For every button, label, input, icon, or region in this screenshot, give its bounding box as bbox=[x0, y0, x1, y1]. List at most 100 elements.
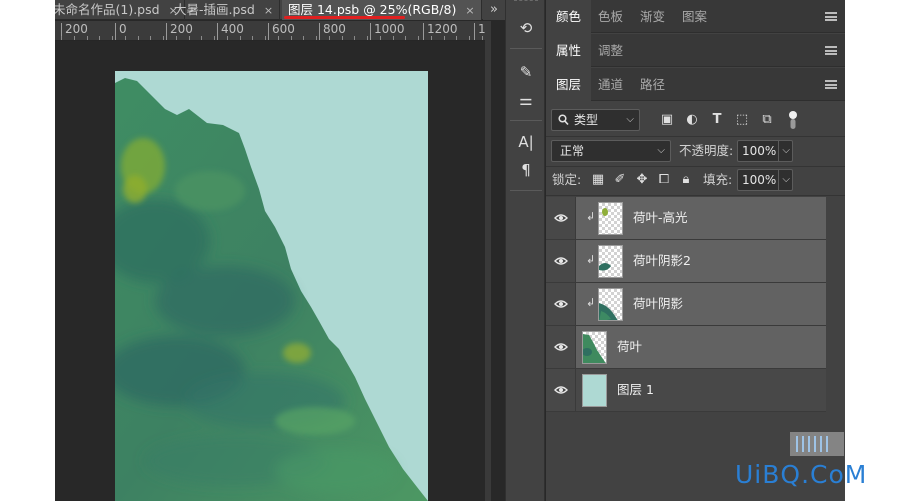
brush-settings-icon[interactable]: ✎ bbox=[512, 60, 540, 84]
layer-name[interactable]: 荷叶阴影2 bbox=[633, 240, 691, 282]
active-tab-underline bbox=[284, 16, 405, 19]
fill-label: 填充: bbox=[703, 172, 733, 187]
tab-layers[interactable]: 图层 bbox=[546, 68, 592, 101]
filter-toggle-icon[interactable] bbox=[783, 109, 803, 131]
horizontal-ruler[interactable]: 200 0 200 400 600 800 1000 1200 1 bbox=[55, 21, 485, 41]
divider bbox=[546, 195, 845, 196]
tab-swatches[interactable]: 色板 bbox=[588, 0, 633, 33]
ruler-tick bbox=[252, 36, 253, 40]
ruler-tick bbox=[265, 36, 266, 40]
chevron-down-icon[interactable]: ⌵ bbox=[778, 170, 790, 190]
layer-row-lotus-highlight[interactable]: ↲ 荷叶-高光 bbox=[546, 197, 826, 240]
ruler-tick bbox=[87, 36, 88, 40]
layer-row-lotus-leaf[interactable]: 荷叶 bbox=[546, 326, 826, 369]
layer-name[interactable]: 荷叶-高光 bbox=[633, 197, 688, 239]
toolbar-grip[interactable] bbox=[514, 0, 538, 3]
opacity-field[interactable]: 100% ⌵ bbox=[737, 140, 793, 162]
tab-overflow-icon[interactable]: » bbox=[483, 0, 505, 20]
adjustment-filter-icon[interactable]: ◐ bbox=[682, 109, 702, 131]
document-tab-bar: 未命名作品(1).psd × 大暑-插画.psd × 图层 14.psb @ 25%… bbox=[55, 0, 505, 20]
layer-name[interactable]: 图层 1 bbox=[617, 369, 654, 411]
ruler-tick bbox=[61, 36, 62, 40]
fill-value: 100% bbox=[742, 173, 777, 187]
panel-menu-icon[interactable] bbox=[825, 46, 837, 55]
shape-filter-icon[interactable]: ⬚ bbox=[732, 109, 752, 131]
paragraph-icon[interactable]: ¶ bbox=[512, 158, 540, 182]
tab-label: 大暑-插画.psd bbox=[174, 2, 255, 17]
tab-label: 图层 14.psb @ 25%(RGB/8) bbox=[288, 2, 457, 17]
ruler-tick bbox=[240, 36, 241, 40]
tab-patterns[interactable]: 图案 bbox=[672, 0, 717, 33]
panel-tool-column: ⟲ ✎ ⚌ A| ¶ bbox=[505, 0, 545, 501]
tab-properties[interactable]: 属性 bbox=[546, 34, 592, 67]
smart-object-filter-icon[interactable]: ⧉ bbox=[757, 109, 777, 131]
watermark-bars bbox=[790, 432, 844, 456]
photoshop-window: 未命名作品(1).psd × 大暑-插画.psd × 图层 14.psb @ 25%… bbox=[55, 0, 845, 501]
ruler-tick bbox=[342, 36, 343, 40]
ruler-tick bbox=[291, 36, 292, 40]
document-tab-active[interactable]: 图层 14.psb @ 25%(RGB/8) × bbox=[282, 0, 482, 20]
tab-channels[interactable]: 通道 bbox=[588, 68, 633, 101]
ruler-tick bbox=[405, 36, 406, 40]
history-brush-icon[interactable]: ⟲ bbox=[512, 16, 540, 40]
layer-row-layer-1[interactable]: 图层 1 bbox=[546, 369, 826, 412]
panel-menu-icon[interactable] bbox=[825, 12, 837, 21]
ruler-tick bbox=[367, 36, 368, 40]
opacity-value: 100% bbox=[742, 144, 777, 158]
lock-image-icon[interactable]: ✐ bbox=[610, 169, 630, 191]
clipping-mask-icon: ↲ bbox=[586, 210, 596, 223]
close-icon[interactable]: × bbox=[465, 4, 474, 17]
divider bbox=[546, 136, 845, 137]
ruler-tick bbox=[99, 36, 100, 40]
right-panel-dock: 颜色 色板 渐变 图案 属性 调整 图层 通道 路径 类型 ⌵ ▣ ◐ T ⬚ … bbox=[546, 0, 845, 501]
vertical-scrollbar[interactable] bbox=[485, 21, 491, 501]
tab-gradients[interactable]: 渐变 bbox=[630, 0, 675, 33]
layer-thumbnail bbox=[582, 331, 607, 364]
tab-color[interactable]: 颜色 bbox=[546, 0, 592, 33]
lock-artboard-icon[interactable]: ⧠ bbox=[654, 169, 674, 191]
layer-filter-select[interactable]: 类型 ⌵ bbox=[551, 109, 640, 131]
ruler-tick bbox=[418, 36, 419, 40]
document-tab-untitled[interactable]: 未命名作品(1).psd × bbox=[55, 0, 185, 20]
character-icon[interactable]: A| bbox=[512, 130, 540, 154]
blend-mode-select[interactable]: 正常 ⌵ bbox=[551, 140, 671, 162]
visibility-toggle[interactable] bbox=[546, 240, 576, 282]
opacity-label: 不透明度: bbox=[679, 143, 734, 158]
fill-field[interactable]: 100% ⌵ bbox=[737, 169, 793, 191]
blend-mode-value: 正常 bbox=[560, 144, 585, 158]
artwork-canvas[interactable] bbox=[115, 71, 428, 501]
tab-label: 未命名作品(1).psd bbox=[55, 2, 160, 17]
visibility-toggle[interactable] bbox=[546, 283, 576, 325]
tool-divider bbox=[510, 190, 542, 191]
adjustments-icon[interactable]: ⚌ bbox=[512, 88, 540, 112]
ruler-tick bbox=[431, 36, 432, 40]
ruler-tick bbox=[482, 36, 483, 40]
tool-divider bbox=[510, 48, 542, 49]
visibility-toggle[interactable] bbox=[546, 326, 576, 368]
lock-transparent-icon[interactable]: ▦ bbox=[588, 169, 608, 191]
canvas-area[interactable] bbox=[55, 42, 485, 501]
document-tab-dashu[interactable]: 大暑-插画.psd × bbox=[168, 0, 281, 20]
layer-name[interactable]: 荷叶阴影 bbox=[633, 283, 683, 325]
image-filter-icon[interactable]: ▣ bbox=[657, 109, 677, 131]
ruler-label: 1000 bbox=[370, 23, 405, 40]
ruler-tick bbox=[214, 36, 215, 40]
layer-row-lotus-shadow-2[interactable]: ↲ 荷叶阴影2 bbox=[546, 240, 826, 283]
close-icon[interactable]: × bbox=[264, 4, 273, 17]
lock-position-icon[interactable]: ✥ bbox=[632, 169, 652, 191]
tab-paths[interactable]: 路径 bbox=[630, 68, 675, 101]
visibility-toggle[interactable] bbox=[546, 197, 576, 239]
type-filter-icon[interactable]: T bbox=[707, 109, 727, 131]
layer-row-lotus-shadow[interactable]: ↲ 荷叶阴影 bbox=[546, 283, 826, 326]
visibility-toggle[interactable] bbox=[546, 369, 576, 411]
ruler-label: 1200 bbox=[423, 23, 458, 40]
tab-adjustments[interactable]: 调整 bbox=[588, 34, 633, 67]
ruler-tick bbox=[125, 36, 126, 40]
ruler-tick bbox=[227, 36, 228, 40]
ruler-label: 1 bbox=[474, 23, 485, 40]
lock-all-icon[interactable]: 🔒︎ bbox=[676, 169, 696, 191]
panel-menu-icon[interactable] bbox=[825, 80, 837, 89]
layer-name[interactable]: 荷叶 bbox=[617, 326, 642, 368]
ruler-tick bbox=[393, 36, 394, 40]
chevron-down-icon[interactable]: ⌵ bbox=[778, 141, 790, 161]
